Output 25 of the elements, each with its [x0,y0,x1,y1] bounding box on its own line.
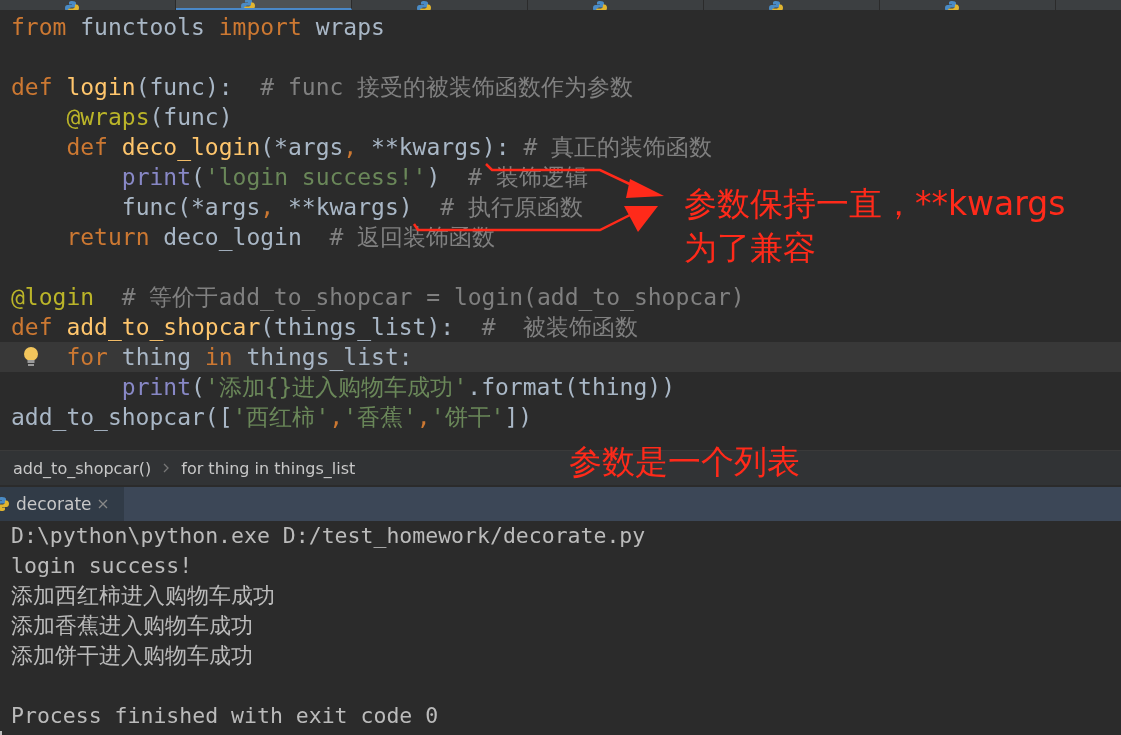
breadcrumb[interactable]: for thing in things_list [181,458,356,478]
close-icon[interactable] [97,499,108,509]
annotation-text: 参数是一个列表 [569,441,800,483]
code-line: add_to_shopcar(['西红柿','香蕉','饼干']) [11,403,533,432]
console-line: D:\python\python.exe D:/test_homework/decorate.py [11,523,646,548]
code-line: @wraps(func) [66,103,233,132]
code-line: def deco_login(*args, **kwargs): # 真正的装饰函数 [66,133,713,162]
console-line: 添加饼干进入购物车成功 [11,643,253,668]
lightbulb-icon[interactable] [22,346,40,368]
run-tab[interactable]: decorate [0,487,124,521]
code-line: for thing in things_list: [66,343,413,372]
code-line: @login # 等价于add_to_shopcar = login(add_to_shopcar) [11,283,745,312]
chevron-icon [163,462,170,473]
console-line: login success! [11,553,193,578]
code-line: def login(func): # func 接受的被装饰函数作为参数 [11,73,634,102]
code-line: def add_to_shopcar(things_list): # 被装饰函数 [11,313,639,342]
breadcrumb[interactable]: add_to_shopcar() [13,458,152,478]
file-tab[interactable] [176,0,352,10]
code-line: from functools import wraps [11,13,385,42]
console-line: 添加香蕉进入购物车成功 [11,613,253,638]
exit-message: Process finished with exit code 0 [11,703,439,728]
code-line: func(*args, **kwargs) # 执行原函数 [121,193,583,222]
console-line: 添加西红柿进入购物车成功 [11,583,275,608]
annotation-text: 参数保持一直，**kwargs为了兼容 [684,183,1067,269]
code-line: print('添加{}进入购物车成功'.format(thing)) [121,373,675,402]
